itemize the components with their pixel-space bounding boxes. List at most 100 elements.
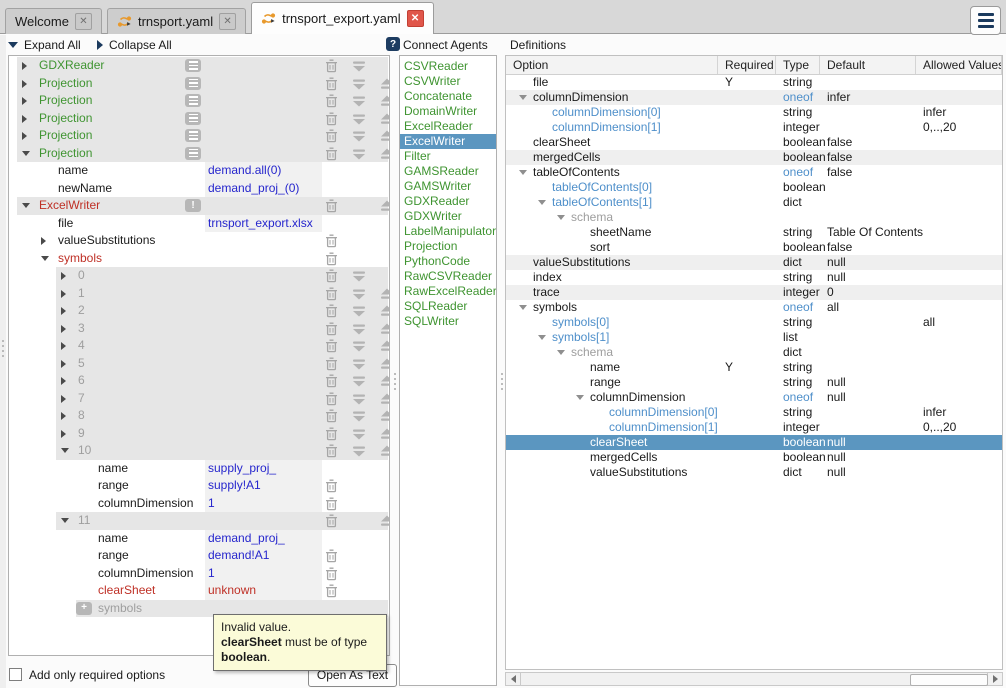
- move-down-icon[interactable]: [351, 339, 367, 353]
- trash-icon[interactable]: [323, 374, 339, 388]
- trash-icon[interactable]: [323, 129, 339, 143]
- option-value[interactable]: supply_proj_: [205, 460, 322, 478]
- move-down-icon[interactable]: [351, 287, 367, 301]
- definitions-row[interactable]: columnDimension[0]stringinfer: [506, 105, 1002, 120]
- option-value[interactable]: demand_proj_(0): [205, 180, 322, 198]
- move-down-icon[interactable]: [351, 409, 367, 423]
- move-up-icon[interactable]: [379, 427, 390, 441]
- chevron-right-icon[interactable]: [22, 97, 27, 105]
- tab-close-icon[interactable]: ✕: [219, 13, 236, 30]
- option-value[interactable]: 1: [205, 565, 322, 583]
- chevron-down-icon[interactable]: [538, 335, 546, 340]
- chevron-down-icon[interactable]: [576, 395, 584, 400]
- definitions-row[interactable]: clearSheetbooleanfalse: [506, 135, 1002, 150]
- tree-row[interactable]: 9: [9, 425, 389, 443]
- chevron-right-icon[interactable]: [22, 80, 27, 88]
- agent-item-csvreader[interactable]: CSVReader: [400, 59, 496, 74]
- tree-row[interactable]: Projection: [9, 127, 389, 145]
- definitions-row[interactable]: symbolsoneofall: [506, 300, 1002, 315]
- tree-row[interactable]: 4: [9, 337, 389, 355]
- definitions-row[interactable]: rangestringnull: [506, 375, 1002, 390]
- move-down-icon[interactable]: [351, 322, 367, 336]
- option-value[interactable]: demand!A1: [205, 547, 322, 565]
- trash-icon[interactable]: [323, 77, 339, 91]
- definitions-row[interactable]: mergedCellsbooleannull: [506, 450, 1002, 465]
- agent-item-pythoncode[interactable]: PythonCode: [400, 254, 496, 269]
- agent-item-concatenate[interactable]: Concatenate: [400, 89, 496, 104]
- agent-item-gamsreader[interactable]: GAMSReader: [400, 164, 496, 179]
- trash-icon[interactable]: [323, 59, 339, 73]
- tree-row[interactable]: 2: [9, 302, 389, 320]
- agent-item-sqlwriter[interactable]: SQLWriter: [400, 314, 496, 329]
- chevron-right-icon[interactable]: [61, 342, 66, 350]
- chevron-right-icon[interactable]: [61, 272, 66, 280]
- definitions-row[interactable]: traceinteger0: [506, 285, 1002, 300]
- definitions-row[interactable]: columnDimension[0]stringinfer: [506, 405, 1002, 420]
- trash-icon[interactable]: [323, 199, 339, 213]
- move-down-icon[interactable]: [351, 59, 367, 73]
- definitions-row[interactable]: schemadict: [506, 345, 1002, 360]
- option-value[interactable]: demand_proj_: [205, 530, 322, 548]
- column-header-type[interactable]: Type: [776, 56, 820, 74]
- tab-close-icon[interactable]: ✕: [75, 13, 92, 30]
- tree-row[interactable]: rangedemand!A1: [9, 547, 389, 565]
- definitions-row[interactable]: tableOfContents[0]boolean: [506, 180, 1002, 195]
- option-value[interactable]: unknown: [205, 582, 322, 600]
- trash-icon[interactable]: [323, 549, 339, 563]
- move-down-icon[interactable]: [351, 392, 367, 406]
- tree-agents-splitter[interactable]: [392, 55, 397, 686]
- column-header-required[interactable]: Required: [718, 56, 776, 74]
- horizontal-scrollbar[interactable]: [505, 672, 1003, 686]
- tree-row[interactable]: clearSheetunknown: [9, 582, 389, 600]
- agent-item-rawcsvreader[interactable]: RawCSVReader: [400, 269, 496, 284]
- move-up-icon[interactable]: [379, 147, 390, 161]
- chevron-right-icon[interactable]: [22, 115, 27, 123]
- move-down-icon[interactable]: [351, 112, 367, 126]
- move-down-icon[interactable]: [351, 357, 367, 371]
- trash-icon[interactable]: [323, 252, 339, 266]
- move-up-icon[interactable]: [379, 339, 390, 353]
- list-icon[interactable]: [185, 59, 201, 72]
- trash-icon[interactable]: [323, 339, 339, 353]
- tree-row[interactable]: namesupply_proj_: [9, 460, 389, 478]
- list-icon[interactable]: [185, 94, 201, 107]
- tree-row[interactable]: Projection: [9, 75, 389, 93]
- tree-row[interactable]: 11: [9, 512, 389, 530]
- list-icon[interactable]: [185, 77, 201, 90]
- add-item-icon[interactable]: +: [76, 602, 92, 615]
- trash-icon[interactable]: [323, 514, 339, 528]
- list-icon[interactable]: [185, 147, 201, 160]
- chevron-right-icon[interactable]: [61, 412, 66, 420]
- tree-row[interactable]: filetrnsport_export.xlsx: [9, 215, 389, 233]
- move-up-icon[interactable]: [379, 409, 390, 423]
- tree-row[interactable]: Projection: [9, 92, 389, 110]
- definitions-row[interactable]: tableOfContents[1]dict: [506, 195, 1002, 210]
- tree-row[interactable]: columnDimension1: [9, 495, 389, 513]
- tree-row[interactable]: GDXReader: [9, 57, 389, 75]
- move-up-icon[interactable]: [379, 94, 390, 108]
- option-value[interactable]: supply!A1: [205, 477, 322, 495]
- chevron-down-icon[interactable]: [519, 170, 527, 175]
- tab-trnsport-export-yaml[interactable]: trnsport_export.yaml✕: [251, 2, 434, 34]
- trash-icon[interactable]: [323, 479, 339, 493]
- definitions-row[interactable]: schema: [506, 210, 1002, 225]
- tree-row[interactable]: 3: [9, 320, 389, 338]
- column-header-default[interactable]: Default: [820, 56, 916, 74]
- agent-item-csvwriter[interactable]: CSVWriter: [400, 74, 496, 89]
- move-up-icon[interactable]: [379, 444, 390, 458]
- trash-icon[interactable]: [323, 584, 339, 598]
- move-down-icon[interactable]: [351, 444, 367, 458]
- move-up-icon[interactable]: [379, 112, 390, 126]
- trash-icon[interactable]: [323, 409, 339, 423]
- agent-item-labelmanipulator[interactable]: LabelManipulator: [400, 224, 496, 239]
- move-down-icon[interactable]: [351, 94, 367, 108]
- option-value[interactable]: demand.all(0): [205, 162, 322, 180]
- trash-icon[interactable]: [323, 427, 339, 441]
- collapse-all-button[interactable]: Collapse All: [97, 34, 172, 55]
- chevron-down-icon[interactable]: [41, 256, 49, 261]
- left-splitter[interactable]: [0, 35, 6, 688]
- move-up-icon[interactable]: [379, 287, 390, 301]
- trash-icon[interactable]: [323, 304, 339, 318]
- definitions-row[interactable]: columnDimension[1]integer0,..,20: [506, 120, 1002, 135]
- trash-icon[interactable]: [323, 497, 339, 511]
